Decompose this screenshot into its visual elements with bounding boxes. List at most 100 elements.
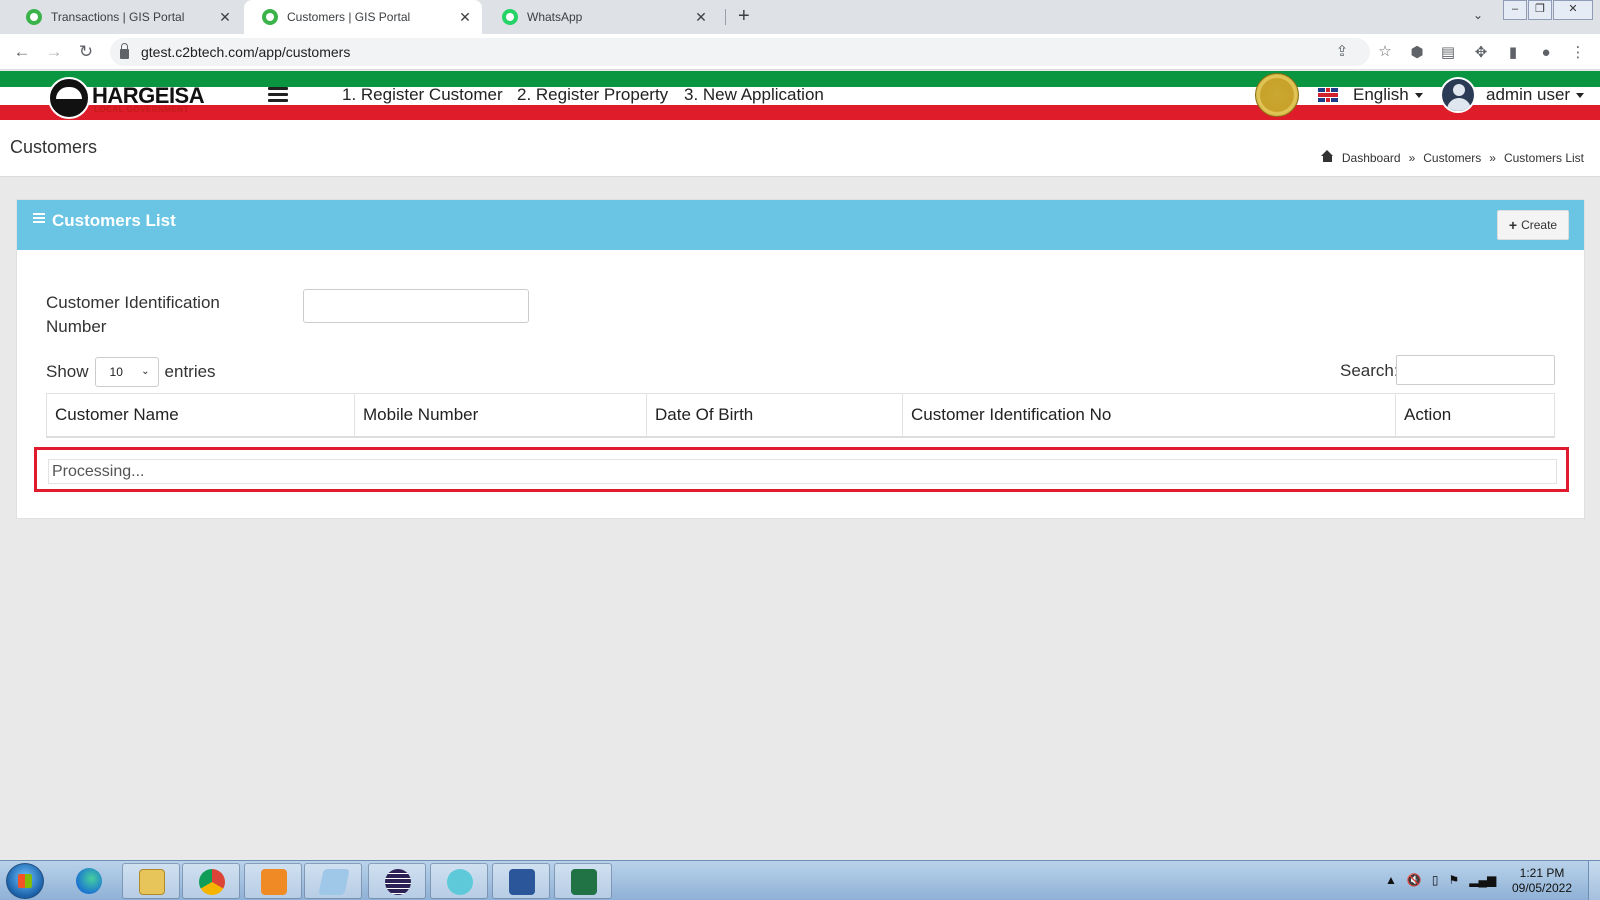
tab-title: Transactions | GIS Portal <box>51 10 185 24</box>
minimize-window-icon[interactable]: – <box>1503 0 1527 20</box>
taskbar-notepad[interactable] <box>304 863 362 899</box>
taskbar-file-explorer[interactable] <box>122 863 180 899</box>
browser-tab-transactions[interactable]: Transactions | GIS Portal ✕ <box>8 0 242 34</box>
notepad-icon <box>318 869 350 895</box>
page-title: Customers <box>10 137 98 157</box>
header-red-stripe <box>0 105 1600 120</box>
taskbar-excel[interactable] <box>554 863 612 899</box>
taskbar-edge[interactable] <box>60 863 118 899</box>
url-text: gtest.c2btech.com/app/customers <box>141 44 351 60</box>
create-button-label: Create <box>1521 218 1558 232</box>
back-arrow-icon[interactable]: ← <box>10 40 34 64</box>
extensions-puzzle-icon[interactable]: ✥ <box>1471 43 1491 63</box>
signal-bars-icon[interactable]: ▂▄▆ <box>1469 873 1496 887</box>
chevron-down-icon: ⌄ <box>141 366 150 377</box>
word-icon <box>509 869 535 895</box>
column-customer-id-no[interactable]: Customer Identification No <box>902 393 1396 438</box>
search-label: Search: <box>1340 361 1399 380</box>
tab-separator <box>725 9 726 25</box>
taskbar-eclipse[interactable] <box>368 863 426 899</box>
whatsapp-favicon-icon <box>502 9 518 25</box>
show-desktop-button[interactable] <box>1588 861 1600 900</box>
close-tab-icon[interactable]: ✕ <box>694 9 708 26</box>
edge-icon <box>76 868 102 894</box>
column-customer-name[interactable]: Customer Name <box>46 393 355 438</box>
side-panel-icon[interactable]: ▮ <box>1503 43 1523 63</box>
nav-register-customer[interactable]: 1. Register Customer <box>342 85 503 105</box>
taskbar-clock[interactable]: 1:21 PM 09/05/2022 <box>1507 866 1577 896</box>
breadcrumb-separator: » <box>1408 151 1416 165</box>
share-icon[interactable]: ⇪ <box>1332 42 1352 62</box>
caret-down-icon <box>1414 93 1423 99</box>
profile-icon[interactable]: ● <box>1536 43 1556 63</box>
language-dropdown[interactable]: English <box>1353 85 1423 105</box>
customers-list-card: Customers List + Create Customer Identif… <box>16 199 1585 519</box>
browser-tab-whatsapp[interactable]: WhatsApp ✕ <box>484 0 718 34</box>
reload-icon[interactable]: ↻ <box>74 40 98 64</box>
close-window-icon[interactable]: ✕ <box>1553 0 1593 20</box>
system-tray: ▲ 🔇 ▯ ⚑ ▂▄▆ <box>1385 873 1496 887</box>
tab-title: WhatsApp <box>527 10 583 24</box>
windows-taskbar: ▲ 🔇 ▯ ⚑ ▂▄▆ 1:21 PM 09/05/2022 <box>0 860 1600 900</box>
taskbar-word[interactable] <box>492 863 550 899</box>
home-icon[interactable] <box>1320 150 1334 162</box>
network-disconnected-icon[interactable]: ⚑ <box>1449 873 1460 887</box>
close-tab-icon[interactable]: ✕ <box>458 9 472 26</box>
brand-subtitle: LOCAL GOVERNMENT <box>94 105 189 114</box>
card-title: Customers List <box>52 211 176 230</box>
chrome-icon <box>199 869 225 895</box>
browser-tab-strip: Transactions | GIS Portal ✕ Customers | … <box>0 0 1600 34</box>
restore-window-icon[interactable]: ❐ <box>1528 0 1552 20</box>
taskbar-messenger[interactable] <box>430 863 488 899</box>
hamburger-menu-icon[interactable] <box>268 87 288 103</box>
clock-time: 1:21 PM <box>1519 866 1565 880</box>
browser-tab-customers[interactable]: Customers | GIS Portal ✕ <box>244 0 482 34</box>
bookmark-star-icon[interactable]: ☆ <box>1375 42 1395 62</box>
nav-new-application[interactable]: 3. New Application <box>684 85 824 105</box>
forward-arrow-icon[interactable]: → <box>42 40 66 64</box>
column-mobile-number[interactable]: Mobile Number <box>354 393 647 438</box>
tab-search-chevron-icon[interactable]: ⌄ <box>1473 8 1483 22</box>
battery-icon[interactable]: ▯ <box>1432 873 1439 887</box>
breadcrumb-dashboard[interactable]: Dashboard <box>1342 151 1401 165</box>
extension-clipboard-icon[interactable]: ▤ <box>1438 43 1458 63</box>
entries-value: 10 <box>109 365 123 379</box>
browser-menu-icon[interactable]: ⋮ <box>1568 43 1588 63</box>
user-menu-dropdown[interactable]: admin user <box>1486 85 1585 105</box>
taskbar-media-player[interactable] <box>244 863 302 899</box>
customer-id-label: Customer Identification Number <box>46 293 220 336</box>
address-bar[interactable]: gtest.c2btech.com/app/customers ⇪ ☆ <box>110 38 1392 66</box>
entries-label: entries <box>164 362 216 381</box>
show-label: Show <box>46 362 89 381</box>
volume-muted-icon[interactable]: 🔇 <box>1407 873 1422 887</box>
list-icon <box>33 213 45 224</box>
language-label: English <box>1353 85 1409 104</box>
nav-register-property[interactable]: 2. Register Property <box>517 85 668 105</box>
taskbar-chrome[interactable] <box>182 863 240 899</box>
entries-select[interactable]: 10 ⌄ <box>94 357 159 387</box>
start-button-icon[interactable] <box>6 863 44 899</box>
government-emblem-icon <box>1255 73 1299 117</box>
customer-id-input[interactable] <box>303 289 529 323</box>
gis-portal-favicon-icon <box>262 9 278 25</box>
browser-toolbar: ← → ↻ gtest.c2btech.com/app/customers ⇪ … <box>0 34 1600 70</box>
uk-flag-icon[interactable] <box>1318 88 1338 102</box>
extension-shield-icon[interactable]: ⬢ <box>1407 43 1427 63</box>
customers-table: Customer Name Mobile Number Date Of Birt… <box>46 393 1555 438</box>
gis-portal-favicon-icon <box>26 9 42 25</box>
create-customer-button[interactable]: + Create <box>1497 210 1569 240</box>
user-avatar[interactable] <box>1440 77 1476 113</box>
breadcrumb-customers[interactable]: Customers <box>1423 151 1481 165</box>
media-player-icon <box>261 869 287 895</box>
search-input[interactable] <box>1396 355 1555 385</box>
processing-highlight-box: Processing... <box>34 447 1569 492</box>
messenger-icon <box>447 869 473 895</box>
tray-expand-icon[interactable]: ▲ <box>1385 873 1397 887</box>
close-tab-icon[interactable]: ✕ <box>218 9 232 26</box>
hargeisa-logo-icon[interactable] <box>48 77 90 119</box>
card-header: Customers List + Create <box>17 200 1584 250</box>
processing-indicator: Processing... <box>48 459 1557 484</box>
new-tab-icon[interactable]: + <box>738 5 750 28</box>
column-date-of-birth[interactable]: Date Of Birth <box>646 393 903 438</box>
eclipse-icon <box>385 869 411 895</box>
